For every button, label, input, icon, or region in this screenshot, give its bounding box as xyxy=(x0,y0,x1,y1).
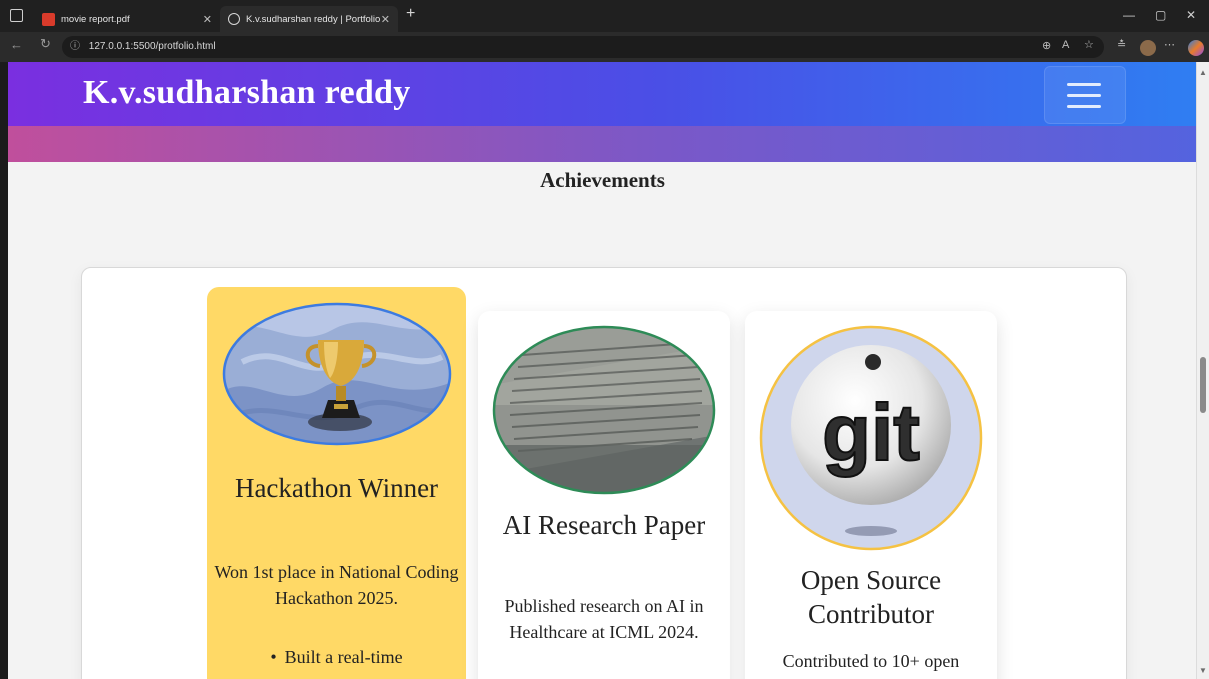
site-info-icon[interactable]: ⓘ xyxy=(70,36,80,58)
hamburger-line xyxy=(1067,94,1101,97)
scroll-up-icon[interactable]: ▲ xyxy=(1199,68,1207,77)
book-page-icon xyxy=(492,325,716,495)
card-description: Published research on AI in Healthcare a… xyxy=(504,596,704,642)
hamburger-line xyxy=(1067,105,1101,108)
new-tab-icon[interactable]: + xyxy=(406,5,415,23)
git-logo-text: git xyxy=(822,388,920,477)
site-title: K.v.sudharshan reddy xyxy=(83,74,411,111)
tab-movie-report[interactable]: movie report.pdf ✕ xyxy=(34,6,220,32)
more-icon[interactable]: ⋯ xyxy=(1164,38,1175,51)
achievements-panel: Hackathon Winner Won 1st place in Nation… xyxy=(81,267,1127,679)
tab-label: K.v.sudharshan reddy | Portfolio xyxy=(246,13,381,25)
card-description: Contributed to 10+ open xyxy=(782,651,960,671)
card-title: Hackathon Winner xyxy=(234,473,439,503)
url-text: 127.0.0.1:5500/protfolio.html xyxy=(88,41,216,52)
close-tab-icon[interactable]: ✕ xyxy=(381,13,390,26)
achievements-section: Achievements Hackathon Winner Won 1st pl… xyxy=(8,162,1197,679)
card-title: AI Research Paper xyxy=(502,510,706,540)
favorite-star-icon[interactable]: ☆ xyxy=(1084,38,1094,51)
achievement-card[interactable]: git Open Source Contributor Contributed … xyxy=(745,311,997,679)
card-description: Won 1st place in National Coding Hackath… xyxy=(214,562,459,608)
zoom-icon[interactable]: ⊕ xyxy=(1042,39,1051,52)
left-edge xyxy=(0,62,8,679)
profile-avatar[interactable] xyxy=(1140,40,1156,56)
sidebar-toggle-icon[interactable] xyxy=(10,9,23,22)
refresh-icon[interactable]: ↻ xyxy=(40,36,51,52)
pdf-icon xyxy=(42,12,55,26)
browser-tab-bar: movie report.pdf ✕ K.v.sudharshan reddy … xyxy=(0,0,1209,32)
address-bar[interactable]: ⓘ 127.0.0.1:5500/protfolio.html xyxy=(62,36,1104,58)
menu-button[interactable] xyxy=(1044,66,1126,124)
page-viewport: K.v.sudharshan reddy Achievements Hackat… xyxy=(0,62,1209,679)
header-gradient-band xyxy=(8,126,1197,162)
section-title: Achievements xyxy=(540,168,665,192)
read-aloud-icon[interactable]: A xyxy=(1062,39,1069,51)
trophy-icon xyxy=(222,302,452,446)
close-window-icon[interactable]: ✕ xyxy=(1186,8,1196,22)
site-header: K.v.sudharshan reddy xyxy=(8,62,1197,126)
address-bar-row: ← ↻ ⓘ 127.0.0.1:5500/protfolio.html ⊕ A … xyxy=(0,32,1209,62)
tab-portfolio[interactable]: K.v.sudharshan reddy | Portfolio ✕ xyxy=(220,6,398,32)
card-title: Open Source Contributor xyxy=(800,565,942,629)
minimize-icon[interactable]: — xyxy=(1123,8,1135,22)
scroll-down-icon[interactable]: ▼ xyxy=(1199,666,1207,675)
git-logo-icon: git xyxy=(759,325,983,551)
scroll-thumb[interactable] xyxy=(1200,357,1206,413)
page-scrollbar[interactable]: ▲ ▼ xyxy=(1196,62,1209,679)
favorites-list-icon[interactable]: ≛ xyxy=(1117,38,1126,51)
close-tab-icon[interactable]: ✕ xyxy=(203,13,212,26)
achievement-card[interactable]: AI Research Paper Published research on … xyxy=(478,311,730,679)
maximize-icon[interactable]: ▢ xyxy=(1155,8,1166,22)
achievement-card[interactable]: Hackathon Winner Won 1st place in Nation… xyxy=(207,287,466,679)
tab-label: movie report.pdf xyxy=(61,13,130,25)
card-bullets: Built a real-time xyxy=(207,644,466,670)
copilot-icon[interactable] xyxy=(1188,40,1204,56)
back-icon[interactable]: ← xyxy=(10,37,23,52)
globe-icon xyxy=(228,13,240,25)
list-item: Built a real-time xyxy=(207,644,466,670)
hamburger-line xyxy=(1067,83,1101,86)
